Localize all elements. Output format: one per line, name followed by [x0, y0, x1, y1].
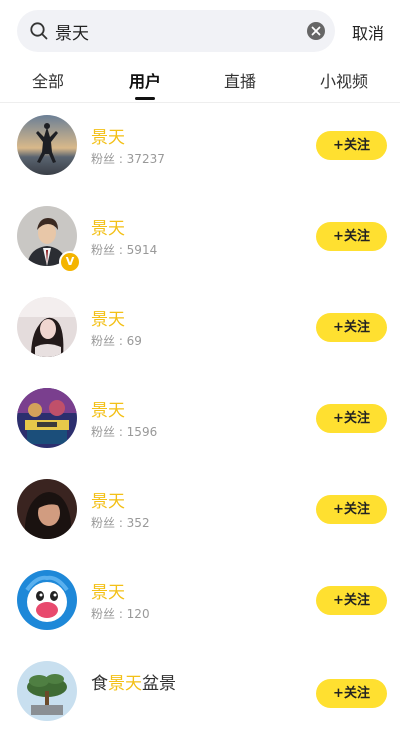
user-name[interactable]: 景天 [91, 487, 125, 512]
list-item[interactable]: 景天 粉丝 : 1596 +关注 [0, 376, 400, 467]
user-name[interactable]: 食景天盆景 [91, 669, 176, 694]
fans-count: 粉丝 : 5914 [91, 243, 158, 257]
follow-button[interactable]: +关注 [316, 495, 387, 524]
fans-count: 粉丝 : 37237 [91, 152, 165, 166]
list-item[interactable]: 景天 粉丝 : 37237 +关注 [0, 103, 400, 194]
user-name-highlight: 景天 [108, 674, 142, 694]
user-name[interactable]: 景天 [91, 578, 125, 603]
avatar[interactable] [17, 479, 77, 539]
avatar[interactable] [17, 661, 77, 721]
avatar[interactable] [17, 297, 77, 357]
fans-count: 粉丝 : 1596 [91, 425, 158, 439]
follow-button[interactable]: +关注 [316, 222, 387, 251]
tab-bar: 全部 用户 直播 小视频 [0, 60, 400, 100]
follow-button[interactable]: +关注 [316, 131, 387, 160]
user-name[interactable]: 景天 [91, 214, 125, 239]
avatar[interactable] [17, 115, 77, 175]
search-input[interactable] [55, 19, 305, 43]
follow-button[interactable]: +关注 [316, 313, 387, 342]
fans-count: 粉丝 : 69 [91, 334, 142, 348]
cancel-button[interactable]: 取消 [352, 20, 384, 44]
user-name[interactable]: 景天 [91, 123, 125, 148]
follow-button[interactable]: +关注 [316, 404, 387, 433]
avatar[interactable] [17, 570, 77, 630]
tab-all[interactable]: 全部 [32, 68, 64, 92]
tab-live[interactable]: 直播 [224, 68, 256, 92]
tab-short-video[interactable]: 小视频 [320, 68, 368, 92]
user-name-part: 食 [91, 674, 108, 694]
fans-count: 粉丝 : 120 [91, 607, 150, 621]
list-item[interactable]: 景天 粉丝 : 69 +关注 [0, 285, 400, 376]
avatar[interactable] [17, 388, 77, 448]
list-item[interactable]: V 景天 粉丝 : 5914 +关注 [0, 194, 400, 285]
follow-button[interactable]: +关注 [316, 586, 387, 615]
user-name[interactable]: 景天 [91, 396, 125, 421]
search-bar[interactable] [17, 10, 335, 52]
follow-button[interactable]: +关注 [316, 679, 387, 708]
active-tab-indicator [135, 97, 155, 100]
search-icon [30, 22, 48, 40]
tab-users[interactable]: 用户 [129, 68, 161, 92]
list-item[interactable]: 景天 粉丝 : 120 +关注 [0, 558, 400, 649]
user-name-part: 盆景 [142, 674, 176, 694]
list-item[interactable]: 景天 粉丝 : 352 +关注 [0, 467, 400, 558]
user-name[interactable]: 景天 [91, 305, 125, 330]
clear-icon[interactable] [306, 21, 326, 41]
list-item[interactable]: 食景天盆景 +关注 [0, 649, 400, 740]
verified-badge-icon: V [59, 251, 81, 273]
fans-count: 粉丝 : 352 [91, 516, 150, 530]
